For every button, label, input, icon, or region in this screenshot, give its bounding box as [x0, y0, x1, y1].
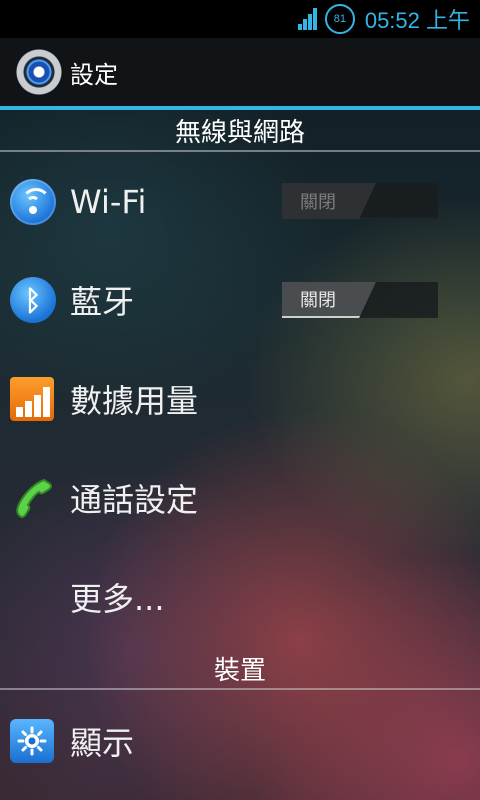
- data-usage-icon: [10, 377, 54, 421]
- wifi-toggle[interactable]: 關閉: [282, 183, 438, 219]
- more-label: 更多...: [70, 580, 165, 618]
- status-clock: 05:52 上午: [364, 8, 470, 33]
- action-bar: 設定: [0, 38, 480, 110]
- list-item-bluetooth[interactable]: ᛒ 藍牙 關閉: [0, 251, 480, 349]
- display-label: 顯示: [70, 724, 135, 762]
- phone-icon: [10, 474, 58, 522]
- list-item-data-usage[interactable]: 數據用量: [0, 350, 480, 448]
- list-item-call-settings[interactable]: 通話設定: [0, 449, 480, 547]
- display-icon: [10, 719, 54, 763]
- section-header-device: 裝置: [0, 650, 480, 690]
- signal-strength-icon: [297, 8, 317, 30]
- battery-level: 81: [333, 13, 346, 25]
- list-item-more[interactable]: 更多...: [0, 548, 480, 646]
- wifi-label: Wi-Fi: [70, 183, 147, 221]
- bluetooth-label: 藍牙: [70, 283, 135, 321]
- list-item-display[interactable]: 顯示: [0, 692, 480, 790]
- page-title: 設定: [70, 60, 118, 89]
- settings-gear-icon[interactable]: [16, 49, 62, 95]
- bluetooth-toggle[interactable]: 關閉: [282, 282, 438, 318]
- battery-icon: 81: [324, 4, 355, 34]
- data-usage-label: 數據用量: [70, 382, 199, 420]
- section-header-wireless: 無線與網路: [0, 112, 480, 152]
- bluetooth-icon: ᛒ: [10, 277, 56, 323]
- bluetooth-toggle-label: 關閉: [282, 282, 376, 318]
- call-settings-label: 通話設定: [70, 481, 199, 519]
- list-item-wifi[interactable]: Wi-Fi 關閉: [0, 153, 480, 251]
- wifi-icon: [10, 179, 56, 225]
- status-bar: 81 05:52 上午: [0, 0, 480, 38]
- wifi-toggle-label: 關閉: [282, 183, 376, 219]
